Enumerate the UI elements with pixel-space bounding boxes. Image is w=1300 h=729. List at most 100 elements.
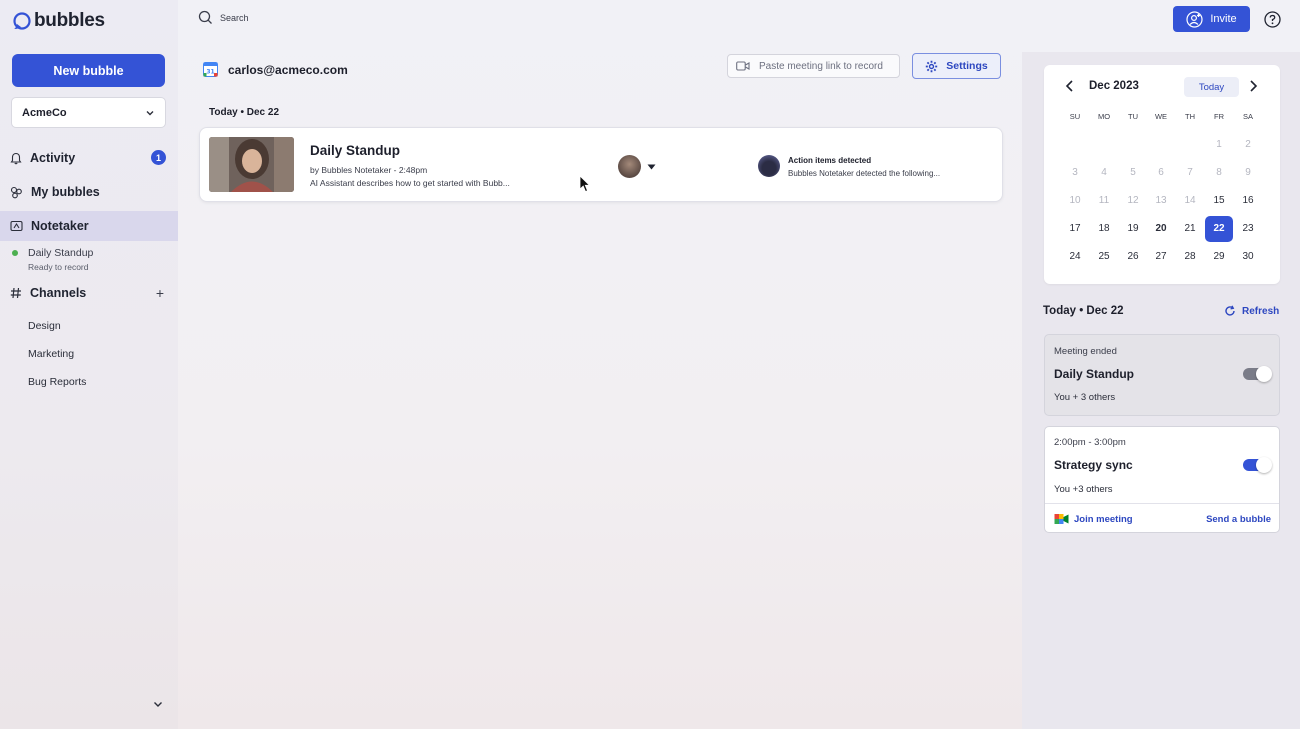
calendar-day[interactable]: 7 [1176,160,1204,186]
sidebar-item-notetaker[interactable]: Notetaker [0,211,178,241]
channel-item[interactable]: Design [28,320,61,332]
calendar-day[interactable]: 21 [1176,216,1204,242]
calendar-day[interactable]: 12 [1119,188,1147,214]
video-camera-icon [736,61,750,71]
join-meeting-button[interactable]: Join meeting [1054,513,1133,525]
bubbles-cluster-icon [10,186,22,198]
weekday-label: FR [1214,112,1224,121]
calendar-day[interactable]: 3 [1061,160,1089,186]
activity-count-badge: 1 [151,150,166,165]
send-bubble-button[interactable]: Send a bubble [1206,514,1271,525]
calendar-account: 31 carlos@acmeco.com [203,62,348,77]
calendar-day[interactable]: 24 [1061,244,1089,270]
calendar-day[interactable]: 22 [1205,216,1233,242]
calendar-day[interactable]: 10 [1061,188,1089,214]
calendar-day[interactable]: 28 [1176,244,1204,270]
sidebar-item-my-bubbles[interactable]: My bubbles [0,177,178,207]
meeting-thumbnail-image [209,137,294,192]
org-select[interactable]: AcmeCo [11,97,166,128]
sidebar-item-label: Activity [30,151,76,165]
toggle-knob [1256,457,1272,473]
notetaker-avatar [758,155,780,177]
calendar-day[interactable]: 16 [1234,188,1262,214]
svg-text:31: 31 [206,69,214,76]
calendar-day[interactable]: 27 [1147,244,1175,270]
calendar-month: Dec 2023 [1089,80,1139,92]
join-meeting-label: Join meeting [1074,513,1133,525]
event-card[interactable]: Meeting ended Daily Standup You + 3 othe… [1044,334,1280,416]
calendar-day[interactable]: 11 [1090,188,1118,214]
new-bubble-button[interactable]: New bubble [12,54,165,87]
add-user-icon [1186,10,1203,28]
sidebar-item-channels[interactable]: Channels + [0,278,178,308]
meeting-link-input[interactable]: Paste meeting link to record [727,54,900,78]
event-meta: Meeting ended [1054,346,1117,357]
weekday-label: TH [1185,112,1195,121]
ready-status-dot [12,250,18,256]
event-title: Daily Standup [1054,367,1135,381]
chevron-right-icon[interactable] [1247,79,1259,93]
settings-label: Settings [946,60,988,72]
record-toggle[interactable] [1243,457,1272,473]
calendar-day[interactable]: 29 [1205,244,1233,270]
event-meta: 2:00pm - 3:00pm [1054,437,1126,448]
search-bar[interactable]: Search [198,10,249,25]
google-meet-icon [1054,514,1069,524]
calendar-day[interactable]: 14 [1176,188,1204,214]
calendar-day[interactable]: 5 [1119,160,1147,186]
account-email: carlos@acmeco.com [228,62,348,77]
sidebar: bubbles New bubble AcmeCo Activity 1 My … [0,0,178,729]
calendar-day[interactable]: 26 [1119,244,1147,270]
bubbles-logo-icon [13,12,31,30]
calendar-day[interactable]: 4 [1090,160,1118,186]
calendar-day[interactable]: 13 [1147,188,1175,214]
calendar-day[interactable]: 15 [1205,188,1233,214]
invite-label: Invite [1210,13,1237,25]
refresh-button[interactable]: Refresh [1224,305,1279,317]
invite-button[interactable]: Invite [1173,6,1250,32]
calendar-day[interactable]: 20 [1147,216,1175,242]
today-button[interactable]: Today [1184,77,1239,97]
calendar-day[interactable]: 23 [1234,216,1262,242]
channel-item[interactable]: Bug Reports [28,376,86,388]
action-items-title: Action items detected [788,156,872,165]
logo[interactable]: bubbles [12,10,105,32]
calendar-day[interactable]: 30 [1234,244,1262,270]
add-channel-icon[interactable]: + [156,285,164,301]
help-icon[interactable] [1264,11,1281,28]
calendar-day[interactable]: 6 [1147,160,1175,186]
record-toggle[interactable] [1243,366,1272,382]
caret-down-icon [647,164,656,169]
weekday-label: TU [1128,112,1138,121]
sidebar-item-label: My bubbles [31,185,100,199]
action-items-description: Bubbles Notetaker detected the following… [788,169,941,178]
calendar-day[interactable]: 9 [1234,160,1262,186]
search-input[interactable]: Search [220,13,249,23]
calendar-day[interactable]: 8 [1205,160,1233,186]
attendee-dropdown[interactable] [618,155,656,178]
calendar-day[interactable]: 18 [1090,216,1118,242]
sidebar-item-activity[interactable]: Activity 1 [0,143,178,173]
calendar-day[interactable]: 17 [1061,216,1089,242]
meeting-description: AI Assistant describes how to get starte… [310,178,510,188]
meeting-card[interactable]: Daily Standup by Bubbles Notetaker - 2:4… [199,127,1003,202]
calendar-day[interactable]: 1 [1205,132,1233,158]
settings-button[interactable]: Settings [912,53,1001,79]
meeting-thumbnail[interactable] [209,137,294,192]
notetaker-meeting-title[interactable]: Daily Standup [28,247,93,259]
mouse-pointer-icon [579,175,591,193]
meeting-title[interactable]: Daily Standup [310,143,400,158]
channel-item[interactable]: Marketing [28,348,74,360]
calendar-day[interactable]: 19 [1119,216,1147,242]
calendar-day[interactable]: 25 [1090,244,1118,270]
chevron-down-icon [146,110,154,115]
chevron-left-icon[interactable] [1064,79,1076,93]
attendee-avatar [618,155,641,178]
google-calendar-icon: 31 [203,62,218,77]
calendar-day[interactable]: 2 [1234,132,1262,158]
chevron-down-icon[interactable] [152,698,164,710]
refresh-label: Refresh [1242,305,1280,317]
event-card[interactable]: 2:00pm - 3:00pm Strategy sync You +3 oth… [1044,426,1280,533]
notetaker-icon [10,220,23,232]
logo-text: bubbles [34,10,105,31]
